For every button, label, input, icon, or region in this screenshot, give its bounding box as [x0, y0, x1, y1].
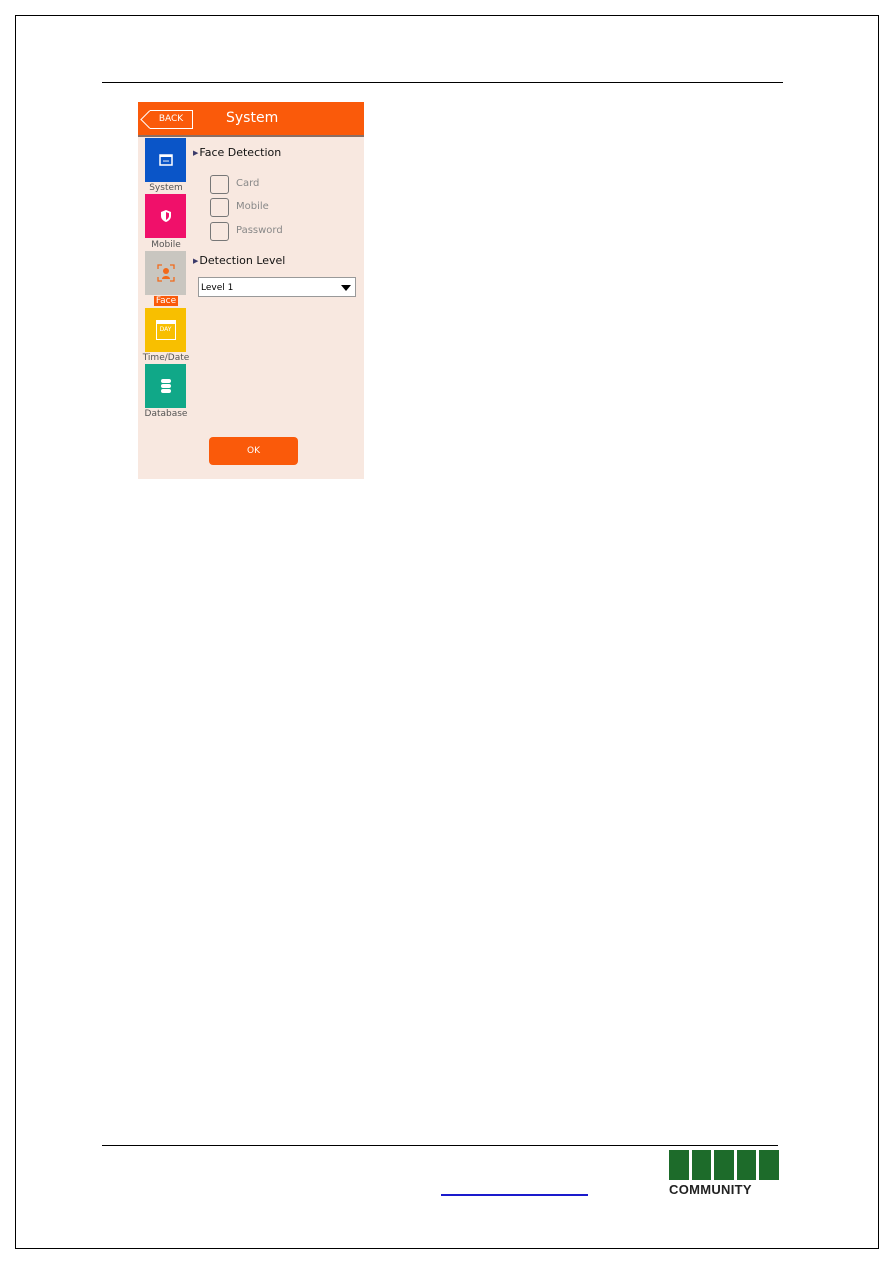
- mobile-checkbox[interactable]: [210, 198, 229, 217]
- selected-label: Face: [153, 296, 179, 306]
- union-community-logo: COMMUNITY: [669, 1150, 779, 1197]
- password-checkbox[interactable]: [210, 222, 229, 241]
- select-value: Level 1: [201, 283, 234, 293]
- screen-title: System: [226, 110, 279, 126]
- sidebar-item-time-date[interactable]: DAY: [145, 308, 186, 352]
- footer-link[interactable]: [441, 1194, 588, 1196]
- window-icon: [158, 154, 173, 166]
- sidebar-item-mobile[interactable]: [145, 194, 186, 238]
- sidebar-label: Time/Date: [142, 353, 190, 363]
- sidebar-item-face[interactable]: [145, 251, 186, 295]
- logo-community-text: COMMUNITY: [669, 1182, 752, 1197]
- sidebar-label: Face: [138, 296, 194, 306]
- sidebar-item-system[interactable]: [145, 138, 186, 182]
- card-checkbox[interactable]: [210, 175, 229, 194]
- password-label: Password: [236, 225, 283, 236]
- mobile-label: Mobile: [236, 201, 269, 212]
- footer-rule: [102, 1145, 778, 1146]
- sidebar-label: System: [149, 183, 183, 193]
- shield-icon: [160, 210, 171, 222]
- back-button[interactable]: BACK: [150, 110, 193, 129]
- card-label: Card: [236, 178, 260, 189]
- sidebar-label: Mobile: [151, 240, 181, 250]
- face-detection-heading: Face Detection: [193, 146, 281, 159]
- document-page: BACK System System Mobile Face DAY Time/…: [0, 0, 893, 1263]
- header-rule: [102, 82, 783, 83]
- ok-button[interactable]: OK: [209, 437, 298, 465]
- calendar-icon: DAY: [155, 320, 176, 340]
- face-scan-icon: [156, 264, 175, 282]
- sidebar-label: Database: [144, 409, 188, 419]
- sidebar-item-database[interactable]: [145, 364, 186, 408]
- logo-union-mark: [669, 1150, 779, 1180]
- detection-level-heading: Detection Level: [193, 254, 285, 267]
- detection-level-select[interactable]: Level 1: [198, 277, 356, 297]
- device-screen: BACK System System Mobile Face DAY Time/…: [138, 102, 364, 479]
- database-icon: [160, 379, 171, 393]
- chevron-down-icon: [341, 285, 351, 291]
- header-bar: BACK System: [138, 102, 364, 137]
